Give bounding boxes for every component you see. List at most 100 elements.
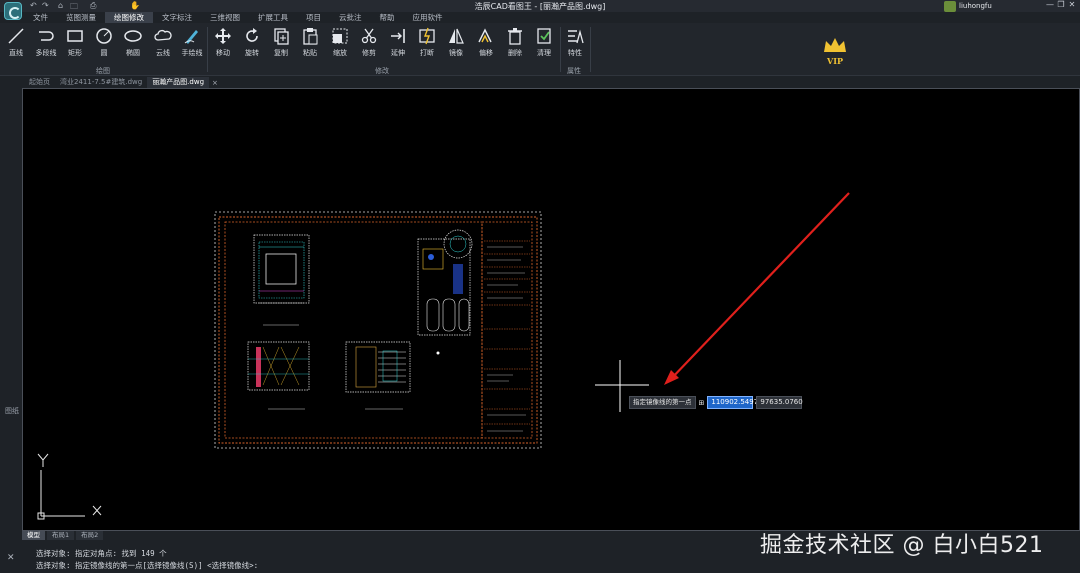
menu-project[interactable]: 项目 <box>297 12 330 23</box>
menu-apps[interactable]: 应用软件 <box>404 12 452 23</box>
tool-label: 镜像 <box>449 49 463 57</box>
layout-tabs: 模型 布局1 布局2 <box>22 531 104 540</box>
avatar <box>944 0 956 12</box>
vip-badge[interactable]: VIP <box>820 36 850 72</box>
rectangle-tool-button[interactable]: 矩形 <box>60 26 90 62</box>
tab-drawing-building[interactable]: 湾业2411-7.5#建筑.dwg <box>55 77 147 88</box>
polyline-icon <box>39 31 54 41</box>
extend-tool-button[interactable]: 延伸 <box>383 26 413 62</box>
tool-label: 清理 <box>537 49 551 57</box>
vip-label: VIP <box>827 56 843 66</box>
circle-icon <box>96 28 112 44</box>
command-history-line: 选择对象: 指定对角点: 找到 149 个 <box>36 549 167 558</box>
properties-tool-button[interactable]: 特性 <box>560 26 590 62</box>
break-icon <box>419 27 435 45</box>
circle-tool-button[interactable]: 圆 <box>89 26 119 62</box>
dynamic-input: 指定镜像线的第一点 ⊞ 110902.5497 97635.0760 <box>629 396 803 409</box>
menu-help[interactable]: 帮助 <box>371 12 404 23</box>
close-icon[interactable]: ✕ <box>7 553 15 563</box>
extend-icon <box>391 29 405 43</box>
x-coordinate-input[interactable]: 110902.5497 <box>707 396 758 409</box>
copy-tool-button[interactable]: 复制 <box>266 26 296 62</box>
menu-text-dimension[interactable]: 文字标注 <box>153 12 201 23</box>
floor-plan-1 <box>253 234 310 326</box>
tool-label: 修剪 <box>362 49 376 57</box>
tool-label: 云线 <box>156 49 170 57</box>
tab-start-page[interactable]: 起始页 <box>24 77 55 88</box>
menu-file[interactable]: 文件 <box>24 12 57 23</box>
tool-label: 椭圆 <box>126 49 140 57</box>
mirror-tool-button[interactable]: 镜像 <box>441 26 471 62</box>
purge-tool-button[interactable]: 清理 <box>529 26 559 62</box>
drawing-canvas[interactable]: Y X <box>22 88 1080 531</box>
menu-draw-modify[interactable]: 绘图修改 <box>105 12 153 23</box>
pen-icon <box>184 30 198 44</box>
command-prompt-line[interactable]: 选择对象: 指定镜像线的第一点[选择镜像线(S)] <选择镜像线>: <box>36 560 258 571</box>
close-tab-icon[interactable]: × <box>209 79 221 87</box>
move-tool-button[interactable]: 移动 <box>208 26 238 62</box>
offset-icon <box>478 28 492 43</box>
purge-icon <box>537 28 551 44</box>
tab-layout1[interactable]: 布局1 <box>47 531 75 540</box>
paste-icon <box>303 28 318 45</box>
lock-icon[interactable]: ⊞ <box>699 399 705 407</box>
user-name: liuhongfu <box>959 2 992 10</box>
dynamic-input-prompt: 指定镜像线的第一点 <box>629 396 696 409</box>
rotate-tool-button[interactable]: 旋转 <box>237 26 267 62</box>
group-divider <box>590 27 591 72</box>
menu-view-measure[interactable]: 览图测量 <box>57 12 105 23</box>
document-tabs: 起始页 湾业2411-7.5#建筑.dwg 丽瀚产品图.dwg × <box>24 77 221 88</box>
line-icon <box>8 28 24 44</box>
title-block-rows <box>484 240 530 425</box>
tab-layout2[interactable]: 布局2 <box>76 531 104 540</box>
title-bar: ↶ ↷ ⌂ 🗀 ⎙ ✋ 浩辰CAD看图王 - [丽瀚产品图.dwg] liuho… <box>0 0 1080 20</box>
trim-tool-button[interactable]: 修剪 <box>354 26 384 62</box>
crown-icon <box>824 38 846 52</box>
left-side-panel[interactable]: 图纸 <box>0 88 22 535</box>
menu-bar: 文件 览图测量 绘图修改 文字标注 三维视图 扩展工具 项目 云批注 帮助 应用… <box>24 12 452 23</box>
ellipse-tool-button[interactable]: 椭圆 <box>118 26 148 62</box>
site-plan <box>417 229 473 355</box>
offset-tool-button[interactable]: 偏移 <box>471 26 501 62</box>
drawing-area-border <box>224 221 483 439</box>
tool-label: 手绘线 <box>181 49 203 57</box>
tool-label: 延伸 <box>391 49 405 57</box>
tool-label: 缩放 <box>333 49 347 57</box>
properties-group-label: 属性 <box>567 67 581 75</box>
delete-tool-button[interactable]: 删除 <box>500 26 530 62</box>
line-tool-button[interactable]: 直线 <box>1 26 31 62</box>
move-icon <box>215 28 231 44</box>
break-tool-button[interactable]: 打断 <box>412 26 442 62</box>
tool-label: 偏移 <box>479 49 493 57</box>
floor-plan-2 <box>247 341 310 410</box>
paste-tool-button[interactable]: 粘贴 <box>295 26 325 62</box>
close-button[interactable]: ✕ <box>1066 0 1078 9</box>
polyline-tool-button[interactable]: 多段线 <box>31 26 61 62</box>
modify-group-label: 修改 <box>375 67 389 75</box>
menu-3d-view[interactable]: 三维视图 <box>201 12 249 23</box>
cloud-tool-button[interactable]: 云线 <box>148 26 178 62</box>
tool-label: 多段线 <box>35 49 57 57</box>
tab-model[interactable]: 模型 <box>22 531 45 540</box>
y-coordinate-input[interactable]: 97635.0760 <box>756 396 803 409</box>
properties-icon <box>568 29 584 44</box>
ucs-axis-icon <box>37 453 102 520</box>
drawings-panel-label: 图纸 <box>5 407 19 415</box>
rectangle-icon <box>67 30 83 42</box>
copy-icon <box>274 28 289 45</box>
menu-extensions[interactable]: 扩展工具 <box>249 12 297 23</box>
watermark: 掘金技术社区 @ 白小白521 <box>760 533 1044 558</box>
tool-label: 圆 <box>100 49 108 57</box>
floor-plan-3 <box>345 341 411 410</box>
tool-label: 粘贴 <box>303 49 317 57</box>
user-account[interactable]: liuhongfu <box>944 0 992 12</box>
freehand-tool-button[interactable]: 手绘线 <box>177 26 207 62</box>
scale-tool-button[interactable]: 缩放 <box>325 26 355 62</box>
title-block-text-lines <box>487 246 526 432</box>
menu-cloud-annotation[interactable]: 云批注 <box>330 12 371 23</box>
sheet-outer-frame <box>214 211 542 449</box>
delete-icon <box>508 28 522 45</box>
tool-label: 复制 <box>274 49 288 57</box>
annotation-arrow <box>664 192 850 385</box>
tab-drawing-product[interactable]: 丽瀚产品图.dwg <box>147 77 210 88</box>
